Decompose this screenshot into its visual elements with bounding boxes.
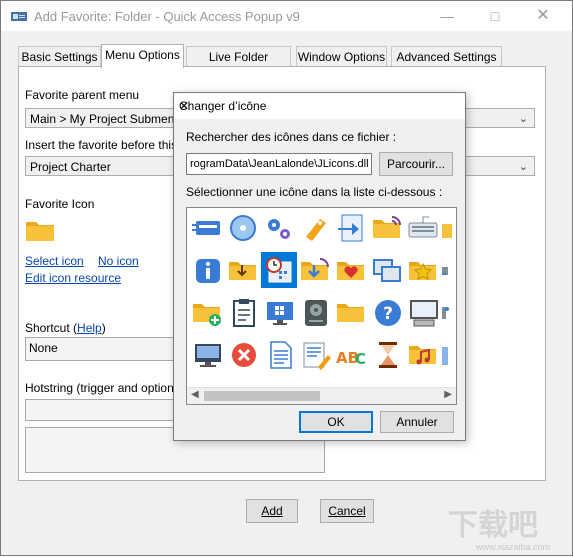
app-icon	[11, 10, 27, 25]
partial-icon[interactable]	[441, 336, 456, 372]
edit-doc-icon[interactable]	[297, 336, 333, 372]
folder-heart-icon[interactable]	[333, 252, 369, 288]
tab-basic-settings[interactable]: Basic Settings	[18, 46, 101, 67]
title-bar: Add Favorite: Folder - Quick Access Popu…	[1, 1, 572, 31]
chevron-down-icon: ⌄	[518, 113, 528, 125]
chevron-down-icon: ⌄	[518, 161, 528, 173]
connector-icon[interactable]	[441, 252, 456, 288]
svg-text:?: ?	[383, 304, 393, 324]
scroll-left-icon[interactable]: ◀	[191, 389, 199, 400]
cancel-button-label: Cancel	[328, 504, 366, 518]
add-button[interactable]: Add	[246, 499, 298, 523]
windows-stack-icon[interactable]	[369, 252, 405, 288]
folder-music-icon[interactable]	[405, 336, 441, 372]
browse-button[interactable]: Parcourir...	[379, 152, 453, 176]
network-icon[interactable]	[441, 294, 456, 330]
computer-icon[interactable]	[405, 294, 441, 330]
icon-grid[interactable]: ? AB C ◀ ▶	[186, 207, 457, 405]
folder-wifi-icon[interactable]	[369, 210, 405, 246]
cd-icon[interactable]	[225, 210, 261, 246]
arrow-doc-icon[interactable]	[333, 210, 369, 246]
info-icon[interactable]	[189, 252, 225, 288]
horizontal-scrollbar[interactable]: ◀ ▶	[187, 387, 456, 404]
change-icon-dialog: Changer d’icône ✕ Rechercher des icônes …	[173, 92, 466, 441]
svg-text:C: C	[355, 350, 366, 368]
select-icon-link[interactable]: Select icon	[25, 254, 84, 268]
icon-file-value: rogramData\JeanLalonde\JLicons.dll	[190, 158, 369, 170]
folder-download-icon[interactable]	[225, 252, 261, 288]
svg-text:下载吧: 下载吧	[448, 508, 538, 543]
search-file-label: Rechercher des icônes dans ce fichier :	[186, 130, 397, 144]
parent-menu-value: Main > My Project Submenu	[30, 112, 182, 126]
folder-icon	[25, 218, 55, 245]
scroll-right-icon[interactable]: ▶	[444, 389, 452, 400]
minimize-button[interactable]: —	[437, 6, 457, 26]
favorite-icon-label: Favorite Icon	[25, 197, 95, 211]
annuler-button[interactable]: Annuler	[380, 411, 454, 433]
no-icon-link[interactable]: No icon	[98, 254, 139, 268]
monitor-icon[interactable]	[189, 336, 225, 372]
document-icon[interactable]	[261, 336, 297, 372]
clipboard-icon[interactable]	[225, 294, 261, 330]
window-title: Add Favorite: Folder - Quick Access Popu…	[34, 9, 300, 24]
tab-live-folder-options[interactable]: Live Folder Options	[186, 46, 291, 84]
add-button-label: Add	[261, 504, 283, 518]
spellcheck-icon[interactable]: AB C	[333, 336, 369, 372]
keyboard-icon[interactable]	[405, 210, 441, 246]
folder-icon[interactable]	[333, 294, 369, 330]
icon-file-input[interactable]: rogramData\JeanLalonde\JLicons.dll	[186, 153, 372, 175]
ok-button[interactable]: OK	[299, 411, 373, 433]
shortcut-value: None	[29, 341, 58, 355]
card-icon[interactable]	[189, 210, 225, 246]
insert-before-value: Project Charter	[30, 160, 111, 174]
maximize-button[interactable]: □	[485, 6, 505, 26]
gears-icon[interactable]	[261, 210, 297, 246]
folder-add-icon[interactable]	[189, 294, 225, 330]
edit-icon-resource-link[interactable]: Edit icon resource	[25, 271, 121, 285]
watermark-text: www.xiazaiba.com	[476, 542, 551, 552]
folder-partial-icon[interactable]	[441, 210, 456, 246]
close-button[interactable]: ✕	[533, 6, 553, 26]
shortcut-label-text: Shortcut	[25, 321, 70, 335]
close-icon[interactable]: ✕	[179, 99, 457, 113]
windows-monitor-icon[interactable]	[261, 294, 297, 330]
close-red-icon[interactable]	[225, 336, 261, 372]
hotstring-label: Hotstring (trigger and options)	[25, 381, 184, 395]
cancel-button[interactable]: Cancel	[320, 499, 374, 523]
shortcut-label: Shortcut (Help)	[25, 321, 106, 335]
tab-window-options[interactable]: Window Options	[296, 46, 387, 67]
hard-drive-icon[interactable]	[297, 294, 333, 330]
tab-advanced-settings[interactable]: Advanced Settings	[391, 46, 502, 67]
parent-menu-label: Favorite parent menu	[25, 88, 140, 102]
select-icon-list-label: Sélectionner une icône dans la liste ci-…	[186, 185, 443, 199]
tab-menu-options[interactable]: Menu Options	[101, 44, 184, 68]
scroll-thumb[interactable]	[204, 391, 320, 401]
folder-star-icon[interactable]	[405, 252, 441, 288]
help-icon[interactable]: ?	[369, 294, 405, 330]
dialog-title-bar: Changer d’icône ✕	[174, 93, 465, 119]
calendar-clock-icon[interactable]	[261, 252, 297, 288]
hourglass-icon[interactable]	[369, 336, 405, 372]
watermark-logo: 下载吧 www.xiazaiba.com	[442, 501, 562, 555]
tag-hand-icon[interactable]	[297, 210, 333, 246]
folder-arrow-down-icon[interactable]	[297, 252, 333, 288]
shortcut-help-link[interactable]: Help	[77, 321, 102, 335]
